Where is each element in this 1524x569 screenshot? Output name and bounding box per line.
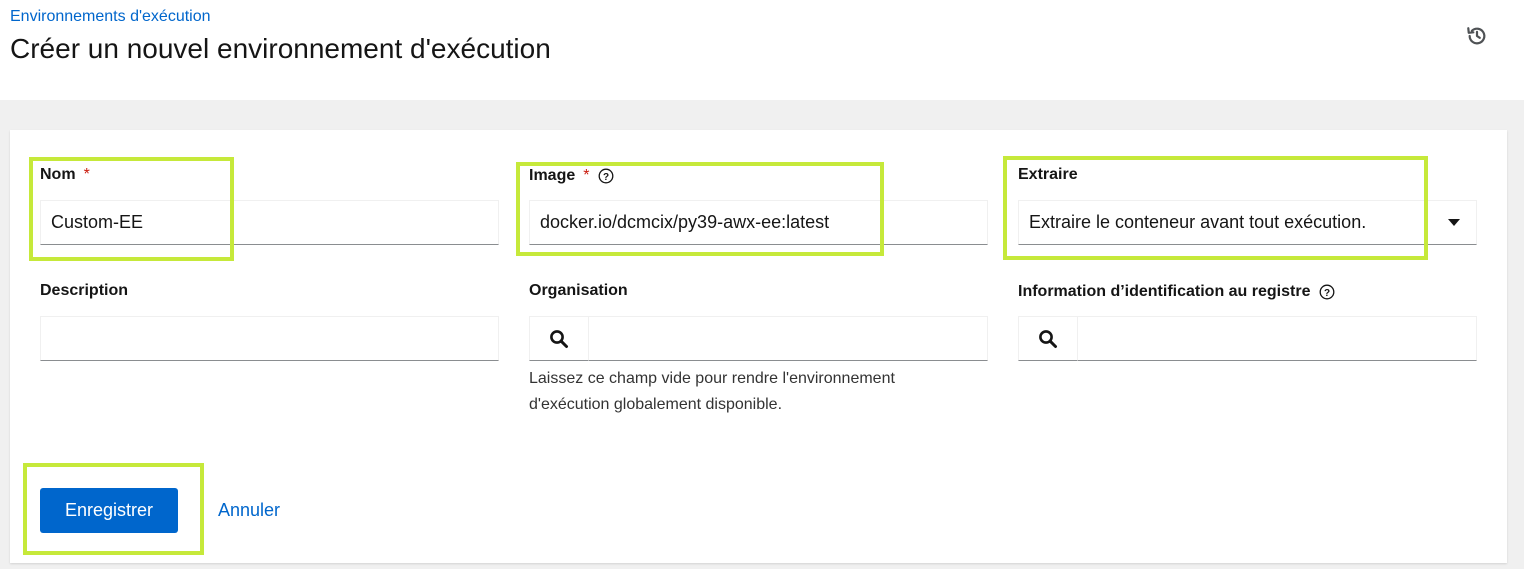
history-button[interactable] (1464, 23, 1490, 49)
cancel-button[interactable]: Annuler (218, 500, 280, 521)
name-label-text: Nom (40, 166, 76, 183)
description-label-text: Description (40, 282, 129, 299)
registry-credential-label: Information d’identification au registre… (1018, 283, 1335, 301)
organization-helper-text: Laissez ce champ vide pour rendre l'envi… (529, 370, 895, 413)
image-help-icon[interactable]: ? (598, 168, 614, 184)
organization-label-text: Organisation (529, 282, 628, 299)
form-card: Nom * Image * ? Extraire Extraire le con… (10, 130, 1507, 563)
image-label-text: Image (529, 167, 576, 184)
caret-down-icon (1448, 219, 1460, 226)
pull-label-text: Extraire (1018, 166, 1078, 183)
organization-lookup (529, 316, 988, 361)
save-button[interactable]: Enregistrer (40, 488, 178, 533)
description-input[interactable] (40, 316, 499, 361)
description-label: Description (40, 282, 128, 300)
image-required-marker: * (583, 167, 590, 184)
pull-select-value: Extraire le conteneur avant tout exécuti… (1029, 212, 1367, 232)
name-input[interactable] (40, 200, 499, 245)
page-title: Créer un nouvel environnement d'exécutio… (10, 33, 551, 64)
pull-label: Extraire (1018, 166, 1078, 184)
registry-credential-label-text: Information d’identification au registre (1018, 283, 1311, 300)
search-icon (550, 329, 568, 348)
name-label: Nom * (40, 166, 90, 184)
name-required-marker: * (83, 166, 90, 183)
svg-text:?: ? (1324, 288, 1330, 299)
history-icon (1467, 27, 1486, 45)
registry-credential-help-icon[interactable]: ? (1319, 284, 1335, 300)
organization-input[interactable] (589, 316, 988, 361)
page-header: Environnements d'exécution Créer un nouv… (0, 0, 1524, 100)
organization-search-button[interactable] (529, 316, 589, 361)
organization-label: Organisation (529, 282, 628, 300)
search-icon (1039, 329, 1057, 348)
breadcrumb-execution-environments[interactable]: Environnements d'exécution (10, 8, 211, 26)
svg-text:?: ? (603, 172, 609, 183)
registry-credential-search-button[interactable] (1018, 316, 1078, 361)
image-label: Image * ? (529, 167, 614, 185)
registry-credential-input[interactable] (1078, 316, 1477, 361)
image-input[interactable] (529, 200, 988, 245)
pull-select[interactable]: Extraire le conteneur avant tout exécuti… (1018, 200, 1477, 245)
registry-credential-lookup (1018, 316, 1477, 361)
